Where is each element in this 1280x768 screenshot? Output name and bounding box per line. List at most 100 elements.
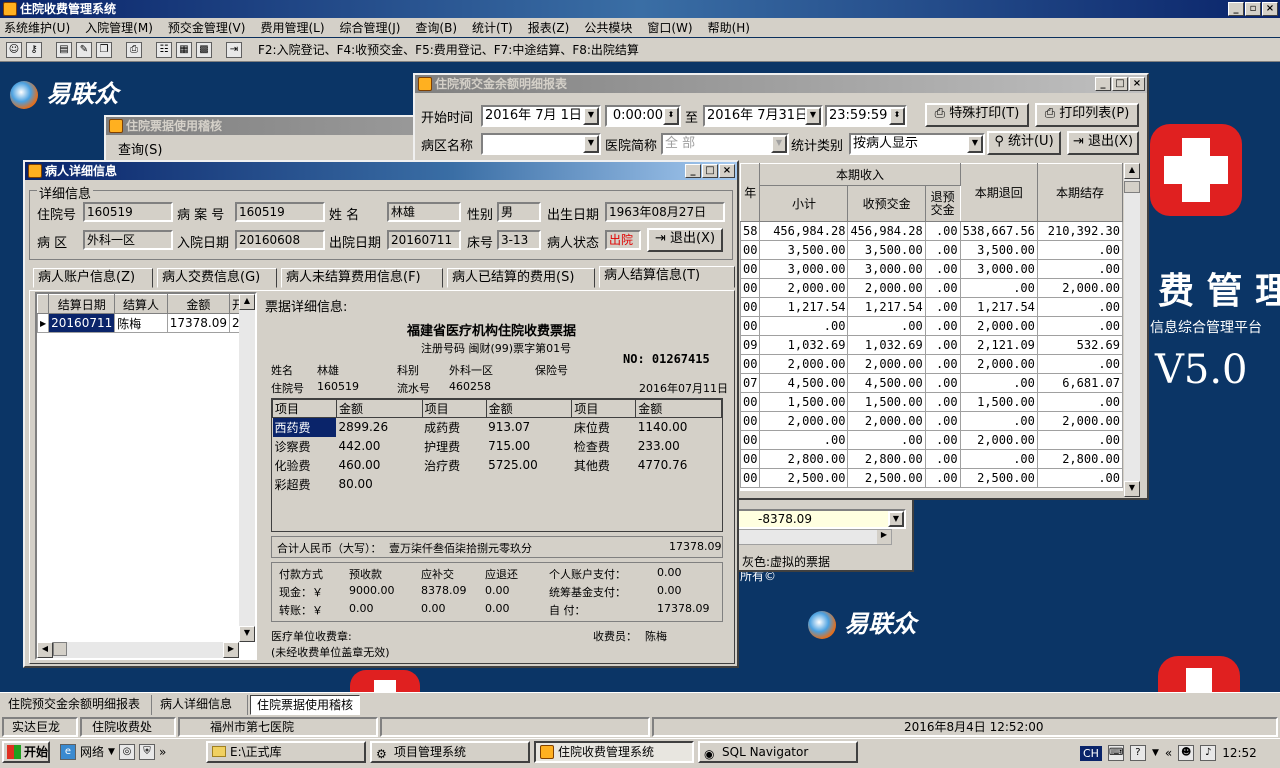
report-cell[interactable]: .00 — [959, 278, 1038, 298]
table-row[interactable]: 00 2,000.00 2,000.00.00 2,000.00.00 — [740, 354, 1123, 374]
report-cell[interactable]: .00 — [924, 335, 961, 355]
report-cell[interactable]: 2,000.00 — [759, 278, 849, 298]
user-icon[interactable]: ☺ — [6, 41, 22, 58]
menu-item-1[interactable]: 入院管理(M) — [85, 19, 153, 36]
report-cell[interactable]: 09 — [740, 335, 761, 355]
report-cell[interactable]: 2,000.00 — [759, 411, 849, 431]
report-cell[interactable]: 538,667.56 — [959, 221, 1038, 241]
speaker-icon[interactable]: ♪ — [1200, 745, 1217, 761]
report-cell[interactable]: 532.69 — [1036, 335, 1123, 355]
form-icon[interactable]: ▦ — [176, 41, 192, 58]
menu-item-5[interactable]: 查询(B) — [415, 19, 457, 36]
report-cell[interactable]: 2,000.00 — [1036, 411, 1123, 431]
table-row[interactable]: 00 1,500.00 1,500.00.00 1,500.00.00 — [740, 392, 1123, 412]
hospital-select[interactable]: 全 部 ▼ — [661, 133, 789, 155]
menu-item-2[interactable]: 预交金管理(V) — [168, 19, 246, 36]
calculator-icon[interactable]: ▩ — [196, 41, 212, 58]
report-cell[interactable]: 4,500.00 — [759, 373, 849, 393]
tab-3[interactable]: 病人已结算的费用(S) — [447, 268, 595, 288]
printer-icon[interactable]: ⎙ — [126, 41, 142, 58]
report-cell[interactable]: 2,000.00 — [1036, 278, 1123, 298]
report-cell[interactable]: 1,500.00 — [847, 392, 926, 412]
tray-expand-icon[interactable]: « — [1165, 746, 1172, 760]
mdi-tab-0[interactable]: 住院预交金余额明细报表 — [2, 695, 152, 715]
report-cell[interactable]: 3,000.00 — [847, 259, 926, 279]
report-cell[interactable]: 3,500.00 — [759, 240, 849, 260]
report-cell[interactable]: .00 — [959, 411, 1038, 431]
ward-select[interactable]: ▼ — [481, 133, 601, 155]
report-cell[interactable]: 456,984.28 — [759, 221, 849, 241]
minimize-button[interactable]: _ — [1228, 2, 1244, 16]
report-cell[interactable]: 2,500.00 — [959, 468, 1038, 488]
table-row[interactable]: 00.00.00.00 2,000.00.00 — [740, 316, 1123, 336]
close-button[interactable]: × — [719, 164, 735, 178]
report-exit-button[interactable]: ⇥ 退出(X) — [1067, 131, 1139, 155]
report-cell[interactable]: 2,500.00 — [847, 468, 926, 488]
close-button[interactable]: × — [1262, 2, 1278, 16]
menu-item-9[interactable]: 窗口(W) — [647, 19, 692, 36]
chevron-down-icon[interactable]: ▼ — [888, 511, 904, 527]
report-cell[interactable]: .00 — [1036, 316, 1123, 336]
menu-item-7[interactable]: 报表(Z) — [528, 19, 570, 36]
report-cell[interactable]: 3,000.00 — [959, 259, 1038, 279]
report-cell[interactable]: 00 — [740, 449, 761, 469]
more-icon[interactable]: » — [159, 745, 166, 759]
minimize-button[interactable]: _ — [1095, 77, 1111, 91]
mdi-tab-2[interactable]: 住院票据使用稽核 — [250, 695, 360, 715]
exit-icon[interactable]: ⇥ — [226, 41, 242, 58]
report-cell[interactable]: 2,121.09 — [959, 335, 1038, 355]
settle-person-cell[interactable]: 陈梅 — [114, 313, 168, 333]
chevron-down-icon[interactable]: ▼ — [1152, 748, 1159, 758]
table-row[interactable]: 07 4,500.00 4,500.00.00.00 6,681.07 — [740, 373, 1123, 393]
task-folder[interactable]: E:\正式库 — [206, 741, 366, 763]
report-cell[interactable]: 00 — [740, 354, 761, 374]
report-cell[interactable]: .00 — [847, 430, 926, 450]
print-list-button[interactable]: ⎙ 打印列表(P) — [1035, 103, 1139, 127]
report-cell[interactable]: 1,500.00 — [759, 392, 849, 412]
report-cell[interactable]: 00 — [740, 430, 761, 450]
report-cell[interactable]: .00 — [924, 297, 961, 317]
report-cell[interactable]: .00 — [1036, 354, 1123, 374]
document-icon[interactable]: ▤ — [56, 41, 72, 58]
chevron-down-icon[interactable]: ▼ — [108, 747, 115, 757]
table-row[interactable]: 00 2,500.00 2,500.00.00 2,500.00.00 — [740, 468, 1123, 488]
menu-item-8[interactable]: 公共模块 — [584, 19, 632, 36]
report-cell[interactable]: .00 — [759, 430, 849, 450]
report-cell[interactable]: 3,000.00 — [759, 259, 849, 279]
report-cell[interactable]: 2,000.00 — [959, 430, 1038, 450]
menu-item-10[interactable]: 帮助(H) — [708, 19, 750, 36]
settle-vscroll[interactable]: ▲ ▼ — [239, 294, 255, 642]
report-cell[interactable]: 2,000.00 — [959, 354, 1038, 374]
report-cell[interactable]: 58 — [740, 221, 761, 241]
report-cell[interactable]: 2,000.00 — [847, 411, 926, 431]
report-cell[interactable]: 00 — [740, 259, 761, 279]
task-app2[interactable]: 住院收费管理系统 — [534, 741, 694, 763]
start-time-field[interactable]: 0:00:00 ⬍ — [605, 105, 681, 127]
browser-icon[interactable]: ◎ — [118, 743, 135, 760]
mdi-tab-1[interactable]: 病人详细信息 — [154, 695, 248, 715]
ime-indicator[interactable]: CH — [1080, 745, 1102, 761]
report-cell[interactable]: 07 — [740, 373, 761, 393]
tab-2[interactable]: 病人未结算费用信息(F) — [281, 268, 443, 288]
report-cell[interactable]: 1,500.00 — [959, 392, 1038, 412]
report-cell[interactable]: 456,984.28 — [847, 221, 926, 241]
ticket-hscroll[interactable]: ▶ — [736, 529, 892, 545]
report-cell[interactable]: .00 — [924, 392, 961, 412]
menu-item-3[interactable]: 费用管理(L) — [260, 19, 324, 36]
keyboard-icon[interactable]: ⌨ — [1107, 745, 1124, 761]
key-icon[interactable]: ⚷ — [26, 41, 42, 58]
report-cell[interactable]: .00 — [924, 316, 961, 336]
menu-item-6[interactable]: 统计(T) — [472, 19, 513, 36]
maximize-button[interactable]: □ — [702, 164, 718, 178]
ie-icon[interactable]: e — [60, 743, 76, 760]
patient-exit-button[interactable]: ⇥ 退出(X) — [647, 228, 723, 252]
report-cell[interactable]: 2,000.00 — [847, 354, 926, 374]
report-cell[interactable]: .00 — [959, 449, 1038, 469]
report-cell[interactable]: 1,032.69 — [847, 335, 926, 355]
report-cell[interactable]: .00 — [924, 449, 961, 469]
report-cell[interactable]: .00 — [1036, 468, 1123, 488]
close-button[interactable]: × — [1129, 77, 1145, 91]
report-cell[interactable]: 4,500.00 — [847, 373, 926, 393]
ticket-query-label[interactable]: 查询(S) — [118, 139, 162, 158]
start-date-picker[interactable]: 2016年 7月 1日 ▼ — [481, 105, 601, 127]
